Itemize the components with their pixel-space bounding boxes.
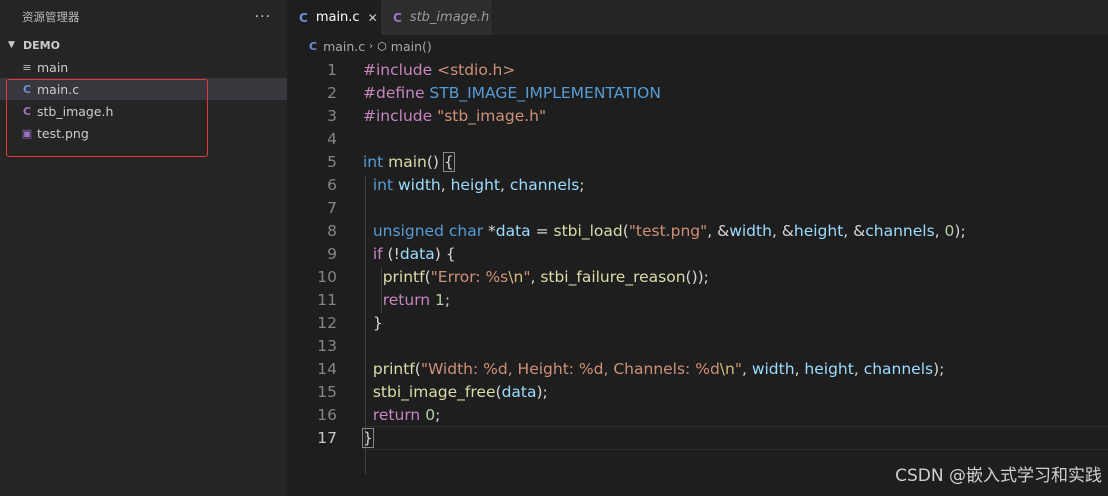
text-file-icon: ≡ <box>22 60 32 74</box>
line-number: 6 <box>327 176 337 194</box>
line-number-current: 17 <box>317 429 337 447</box>
line-number: 5 <box>327 153 337 171</box>
code-line: unsigned char *data = stbi_load("test.pn… <box>372 222 966 240</box>
line-number: 3 <box>327 107 337 125</box>
c-file-icon: C <box>22 82 32 96</box>
code-line: #include <stdio.h> <box>363 61 516 79</box>
explorer-title: 资源管理器 <box>22 10 80 24</box>
line-number: 4 <box>327 130 337 148</box>
line-number: 13 <box>317 337 337 355</box>
code-line: int width, height, channels; <box>372 176 585 194</box>
line-number: 10 <box>317 268 337 286</box>
file-item-main-c[interactable]: C main.c <box>0 78 287 100</box>
line-number: 9 <box>327 245 337 263</box>
tab-label: main.c <box>315 10 360 25</box>
line-number: 11 <box>317 291 337 309</box>
code-line: return 0; <box>372 406 441 424</box>
code-line: stbi_image_free(data); <box>372 383 548 401</box>
close-icon[interactable]: ✕ <box>368 11 378 25</box>
code-line: if (!data) { <box>372 245 456 263</box>
function-symbol-icon: ⬡ <box>377 39 387 53</box>
code-line: } <box>363 314 383 332</box>
code-line: printf("Width: %d, Height: %d, Channels:… <box>372 360 945 378</box>
tab-stb-image-h[interactable]: C stb_image.h <box>381 0 493 35</box>
code-line: #define STB_IMAGE_IMPLEMENTATION <box>363 84 661 102</box>
c-file-icon: C <box>299 10 308 25</box>
code-editor[interactable]: 1 2 3 4 5 6 7 8 9 10 11 12 13 14 15 16 1… <box>287 57 1108 496</box>
code-line: #include "stb_image.h" <box>363 107 547 125</box>
file-label: main.c <box>37 81 80 97</box>
chevron-right-icon: › <box>369 40 374 52</box>
line-number: 1 <box>327 61 337 79</box>
explorer-header: 资源管理器 ··· <box>0 0 287 34</box>
line-number-gutter: 1 2 3 4 5 6 7 8 9 10 11 12 13 14 15 16 1… <box>287 59 337 450</box>
breadcrumb-file[interactable]: main.c <box>323 39 365 54</box>
line-number: 8 <box>327 222 337 240</box>
folder-label: DEMO <box>23 38 60 52</box>
c-file-icon: C <box>309 39 318 53</box>
file-item-test-png[interactable]: ▣ test.png <box>0 122 287 144</box>
chevron-down-icon: ▼ <box>8 40 15 50</box>
code-line: return 1; <box>382 291 451 309</box>
more-actions-icon[interactable]: ··· <box>255 9 271 25</box>
file-label: test.png <box>37 125 89 141</box>
header-file-icon: C <box>22 104 32 118</box>
breadcrumb-symbol[interactable]: main() <box>391 39 432 54</box>
line-number: 2 <box>327 84 337 102</box>
line-number: 14 <box>317 360 337 378</box>
line-number: 12 <box>317 314 337 332</box>
file-item-stb-image-h[interactable]: C stb_image.h <box>0 100 287 122</box>
file-item-main[interactable]: ≡ main <box>0 56 287 78</box>
tab-main-c[interactable]: C main.c ✕ <box>287 0 381 35</box>
image-file-icon: ▣ <box>21 126 33 140</box>
header-file-icon: C <box>393 10 402 25</box>
code-line: int main() { <box>363 152 455 172</box>
code-line-current: } <box>362 426 1108 450</box>
file-label: stb_image.h <box>37 103 114 119</box>
folder-demo[interactable]: ▼ DEMO <box>0 34 287 56</box>
code-line: printf("Error: %s\n", stbi_failure_reaso… <box>382 268 709 286</box>
editor-tabbar: C main.c ✕ C stb_image.h <box>287 0 1108 35</box>
line-number: 7 <box>327 199 337 217</box>
file-label: main <box>37 59 69 75</box>
explorer-sidebar: 资源管理器 ··· ▼ DEMO ≡ main C main.c C stb_i… <box>0 0 287 496</box>
code-area[interactable]: #include <stdio.h> #define STB_IMAGE_IMP… <box>362 59 1108 450</box>
line-number: 16 <box>317 406 337 424</box>
watermark: CSDN @嵌入式学习和实践 <box>895 466 1102 486</box>
breadcrumb: C main.c › ⬡ main() <box>287 35 1108 57</box>
tab-label: stb_image.h <box>409 10 490 25</box>
line-number: 15 <box>317 383 337 401</box>
